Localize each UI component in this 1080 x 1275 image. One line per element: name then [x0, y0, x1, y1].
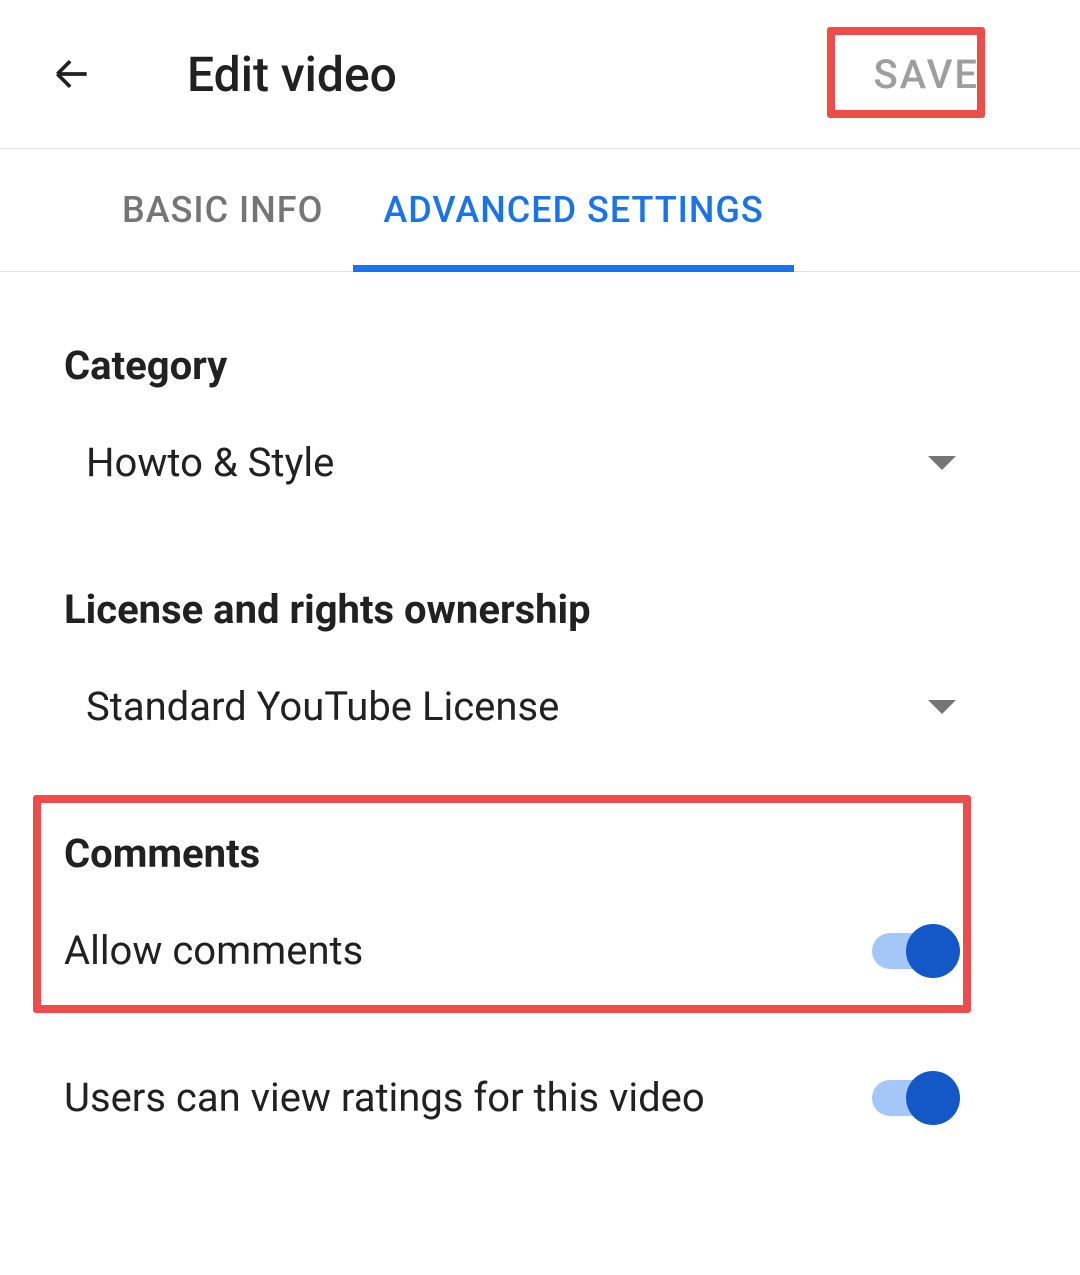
comments-label: Comments [64, 830, 1016, 877]
save-button[interactable]: SAVE [857, 41, 995, 108]
page-title: Edit video [187, 46, 397, 103]
header: Edit video SAVE [0, 0, 1080, 148]
view-ratings-row: Users can view ratings for this video [64, 1074, 1016, 1121]
tab-basic-info[interactable]: BASIC INFO [92, 149, 353, 271]
category-select[interactable]: Howto & Style [64, 439, 1016, 486]
chevron-down-icon [928, 456, 956, 470]
category-section: Category Howto & Style [64, 342, 1016, 486]
license-select[interactable]: Standard YouTube License [64, 683, 1016, 730]
license-section: License and rights ownership Standard Yo… [64, 586, 1016, 730]
license-label: License and rights ownership [64, 586, 1016, 633]
allow-comments-row: Allow comments [64, 927, 1016, 974]
chevron-down-icon [928, 700, 956, 714]
toggle-thumb [906, 1071, 960, 1125]
category-label: Category [64, 342, 1016, 389]
allow-comments-label: Allow comments [64, 927, 363, 974]
license-value: Standard YouTube License [86, 683, 559, 730]
arrow-left-icon [50, 52, 94, 96]
category-value: Howto & Style [86, 439, 334, 486]
tab-advanced-settings[interactable]: ADVANCED SETTINGS [353, 149, 793, 271]
back-button[interactable] [50, 52, 94, 96]
view-ratings-label: Users can view ratings for this video [64, 1074, 705, 1121]
view-ratings-toggle[interactable] [872, 1080, 956, 1116]
content: Category Howto & Style License and right… [0, 272, 1080, 1121]
comments-section: Comments Allow comments Users can view r… [64, 830, 1016, 1121]
tabs: BASIC INFO ADVANCED SETTINGS [0, 148, 1080, 272]
toggle-thumb [906, 924, 960, 978]
allow-comments-toggle[interactable] [872, 933, 956, 969]
